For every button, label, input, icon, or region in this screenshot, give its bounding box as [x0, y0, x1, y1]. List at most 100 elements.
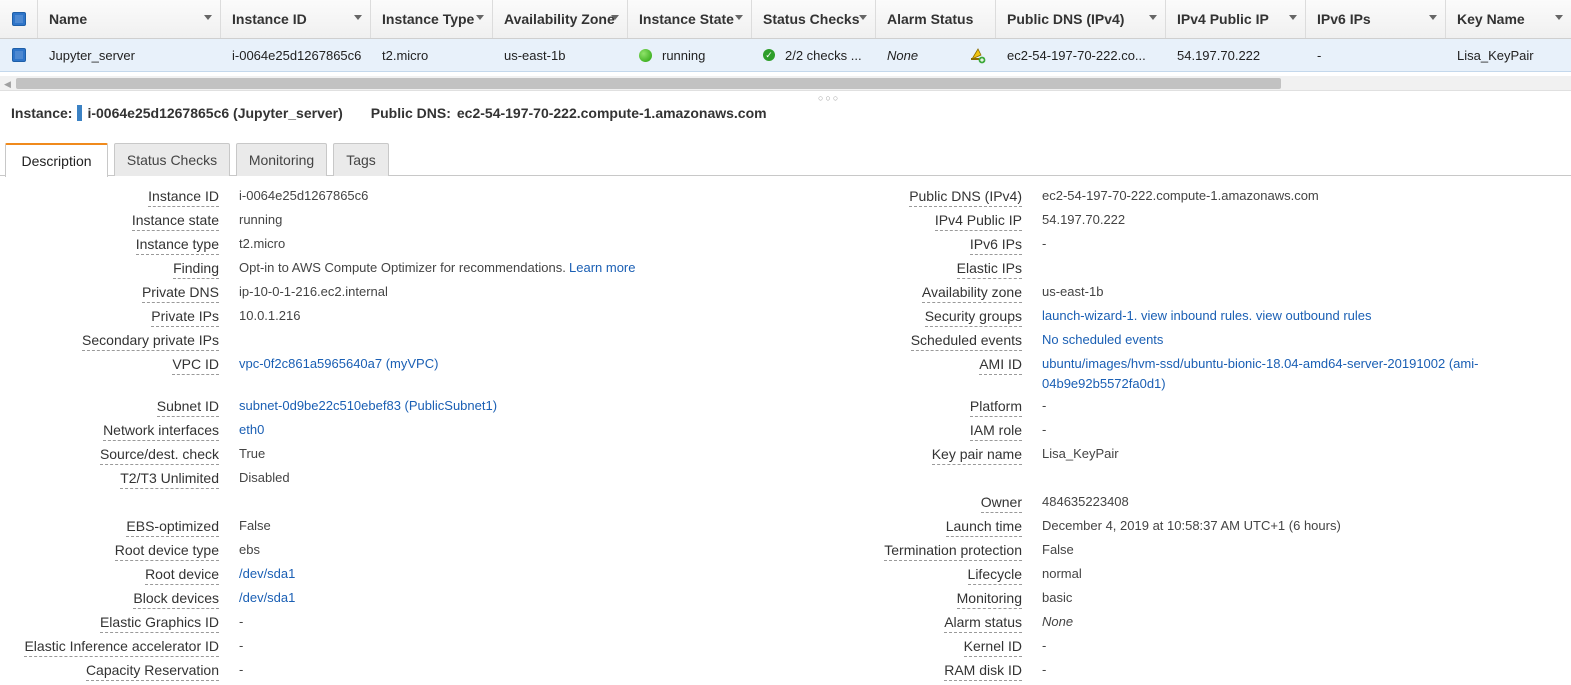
detail-label-private-ips: Private IPs	[151, 308, 219, 327]
row-checkbox-icon[interactable]	[12, 48, 26, 62]
caret-down-icon[interactable]	[1429, 15, 1437, 20]
cell-instance-state: running	[628, 39, 752, 71]
cell-public-dns: ec2-54-197-70-222.co...	[1007, 47, 1146, 63]
detail-value-launch-time: December 4, 2019 at 10:58:37 AM UTC+1 (6…	[1042, 518, 1341, 533]
detail-value-owner: 484635223408	[1042, 494, 1129, 509]
detail-value-root-device-type: ebs	[239, 542, 260, 557]
detail-label-ipv6-ips: IPv6 IPs	[969, 236, 1022, 255]
detail-label-elastic-inference-accelerator-id: Elastic Inference accelerator ID	[24, 638, 219, 657]
detail-value-platform: -	[1042, 398, 1047, 413]
detail-value-subnet-id[interactable]: subnet-0d9be22c510ebef83 (PublicSubnet1)	[239, 398, 497, 413]
public-dns-value: ec2-54-197-70-222.compute-1.amazonaws.co…	[456, 105, 767, 121]
detail-value-instance-state: running	[239, 212, 283, 227]
detail-label-iam-role: IAM role	[969, 422, 1022, 441]
alarm-bell-icon[interactable]	[969, 47, 986, 64]
detail-value-vpc-id[interactable]: vpc-0f2c861a5965640a7 (myVPC)	[239, 356, 438, 371]
caret-down-icon[interactable]	[204, 15, 212, 20]
tab-tags[interactable]: Tags	[333, 143, 389, 176]
detail-value-security-groups[interactable]: launch-wizard-1. view inbound rules. vie…	[1042, 308, 1372, 323]
cell-instance-type: t2.micro	[382, 47, 429, 63]
detail-value-elastic-graphics-id: -	[239, 614, 244, 629]
detail-label-scheduled-events: Scheduled events	[910, 332, 1022, 351]
detail-value-t2-t3-unlimited: Disabled	[239, 470, 290, 485]
caret-down-icon[interactable]	[476, 15, 484, 20]
detail-label-ami-id: AMI ID	[979, 356, 1022, 375]
detail-label-ebs-optimized: EBS-optimized	[126, 518, 219, 537]
detail-label-root-device-type: Root device type	[114, 542, 219, 561]
detail-label-alarm-status: Alarm status	[944, 614, 1022, 633]
table-row[interactable]: Jupyter_server i-0064e25d1267865c6 t2.mi…	[0, 39, 1571, 72]
column-header-ipv6-ips[interactable]: IPv6 IPs	[1306, 0, 1446, 38]
detail-label-public-dns-ipv4: Public DNS (IPv4)	[909, 188, 1022, 207]
detail-label-ipv4-public-ip: IPv4 Public IP	[934, 212, 1022, 231]
column-header-instance-id[interactable]: Instance ID	[221, 0, 371, 38]
scrollbar-thumb[interactable]	[16, 78, 1281, 89]
learn-more-link[interactable]: Learn more	[569, 260, 635, 275]
detail-label-secondary-private-ips: Secondary private IPs	[82, 332, 219, 351]
running-status-icon	[639, 48, 652, 62]
detail-label-block-devices: Block devices	[133, 590, 219, 609]
caret-down-icon[interactable]	[859, 15, 867, 20]
detail-label-vpc-id: VPC ID	[172, 356, 219, 375]
tab-status-checks[interactable]: Status Checks	[114, 143, 230, 176]
check-circle-icon: ✓	[763, 49, 775, 61]
cell-ipv6-ips: -	[1317, 47, 1322, 63]
detail-value-scheduled-events[interactable]: No scheduled events	[1042, 332, 1163, 347]
caret-down-icon[interactable]	[1289, 15, 1297, 20]
pane-splitter-icon[interactable]: ○○○	[818, 93, 840, 103]
detail-label-instance-type: Instance type	[135, 236, 219, 255]
horizontal-scrollbar[interactable]: ◀	[0, 76, 1571, 91]
cell-name: Jupyter_server	[49, 47, 135, 63]
column-header-instance-state[interactable]: Instance State	[628, 0, 752, 38]
detail-label-capacity-reservation: Capacity Reservation	[85, 662, 219, 681]
detail-value-instance-type: t2.micro	[239, 236, 286, 251]
detail-value-termination-protection: False	[1042, 542, 1074, 557]
detail-value-kernel-id: -	[1042, 638, 1047, 653]
detail-value-ami-id-line2[interactable]: 04b9e92b5572fa0d1)	[1042, 376, 1166, 391]
scroll-left-icon[interactable]: ◀	[4, 79, 11, 90]
row-select-cell[interactable]	[0, 39, 38, 71]
cell-status-checks[interactable]: ✓ 2/2 checks ...	[752, 39, 876, 71]
select-all-checkbox-icon[interactable]	[12, 12, 26, 26]
public-dns-label: Public DNS:	[370, 105, 451, 121]
detail-value-ram-disk-id: -	[1042, 662, 1047, 677]
instance-value: i-0064e25d1267865c6 (Jupyter_server)	[87, 105, 343, 121]
detail-label-launch-time: Launch time	[945, 518, 1022, 537]
tab-description[interactable]: Description	[5, 143, 108, 177]
column-header-instance-type[interactable]: Instance Type	[371, 0, 493, 38]
select-all-cell[interactable]	[0, 0, 38, 38]
detail-label-termination-protection: Termination protection	[884, 542, 1022, 561]
column-header-ipv4-public-ip[interactable]: IPv4 Public IP	[1166, 0, 1306, 38]
tab-monitoring[interactable]: Monitoring	[236, 143, 327, 176]
column-header-public-dns[interactable]: Public DNS (IPv4)	[996, 0, 1166, 38]
caret-down-icon[interactable]	[735, 15, 743, 20]
detail-label-elastic-ips: Elastic IPs	[956, 260, 1022, 279]
detail-value-ipv4-public-ip: 54.197.70.222	[1042, 212, 1126, 227]
detail-label-root-device: Root device	[145, 566, 219, 585]
detail-value-private-ips: 10.0.1.216	[239, 308, 301, 323]
detail-tabs: Description Status Checks Monitoring Tag…	[0, 141, 1571, 177]
detail-value-ami-id-line1[interactable]: ubuntu/images/hvm-ssd/ubuntu-bionic-18.0…	[1042, 356, 1478, 371]
instance-label: Instance:	[11, 105, 73, 121]
detail-label-kernel-id: Kernel ID	[963, 638, 1022, 657]
column-header-name[interactable]: Name	[38, 0, 221, 38]
detail-label-subnet-id: Subnet ID	[156, 398, 219, 417]
cell-availability-zone: us-east-1b	[504, 47, 566, 63]
column-header-alarm-status[interactable]: Alarm Status	[876, 0, 996, 38]
caret-down-icon[interactable]	[1149, 15, 1157, 20]
caret-down-icon[interactable]	[354, 15, 362, 20]
caret-down-icon[interactable]	[611, 15, 619, 20]
caret-down-icon[interactable]	[1555, 15, 1563, 20]
detail-value-private-dns: ip-10-0-1-216.ec2.internal	[239, 284, 388, 299]
detail-value-block-devices[interactable]: /dev/sda1	[239, 590, 295, 605]
instance-marker-icon	[77, 105, 83, 121]
column-header-availability-zone[interactable]: Availability Zone	[493, 0, 628, 38]
detail-label-private-dns: Private DNS	[141, 284, 219, 303]
detail-label-security-groups: Security groups	[924, 308, 1022, 327]
detail-label-ram-disk-id: RAM disk ID	[944, 662, 1022, 681]
detail-value-network-interfaces[interactable]: eth0	[239, 422, 264, 437]
detail-value-alarm-status: None	[1042, 614, 1074, 629]
detail-value-root-device[interactable]: /dev/sda1	[239, 566, 295, 581]
column-header-status-checks[interactable]: Status Checks	[752, 0, 876, 38]
column-header-key-name[interactable]: Key Name	[1446, 0, 1571, 38]
